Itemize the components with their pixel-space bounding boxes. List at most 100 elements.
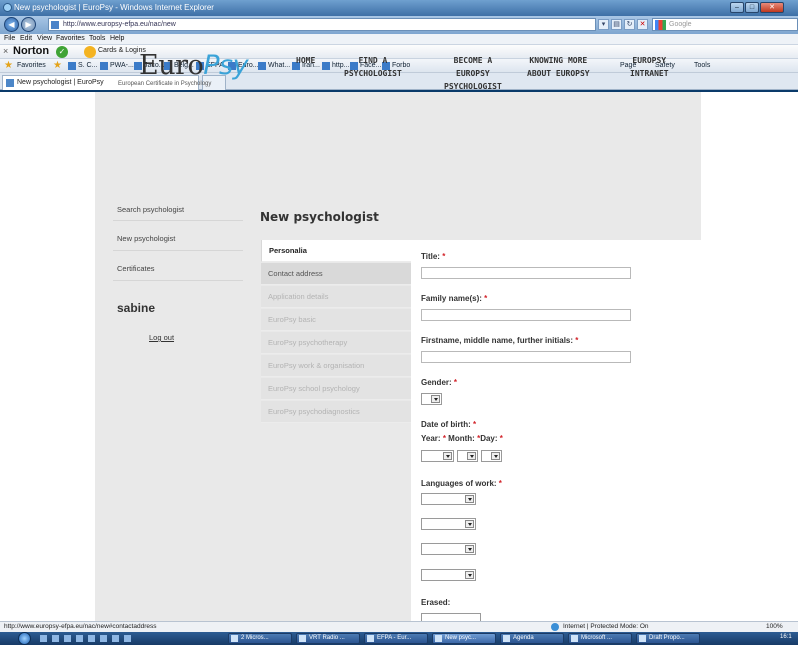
menu-help[interactable]: Help bbox=[110, 35, 124, 42]
required-mark: * bbox=[442, 252, 446, 261]
compat-icon[interactable]: ▤ bbox=[611, 19, 622, 30]
favicon bbox=[68, 62, 76, 70]
language-select-4[interactable] bbox=[421, 569, 476, 581]
chevron-down-icon bbox=[465, 571, 474, 579]
fav-item[interactable]: S. C... bbox=[78, 62, 97, 69]
languages-label: Languages of work: * bbox=[421, 479, 502, 488]
sidebar-item-search-psychologist[interactable]: Search psychologist bbox=[117, 205, 184, 214]
sidebar-item-certificates[interactable]: Certificates bbox=[117, 264, 155, 273]
nav-knowing-more[interactable]: KNOWING MORE ABOUT EUROPSY bbox=[527, 54, 590, 80]
ie-icon bbox=[3, 3, 12, 12]
quicklaunch-icon[interactable] bbox=[40, 635, 47, 642]
quicklaunch-icon[interactable] bbox=[52, 635, 59, 642]
start-button[interactable] bbox=[18, 632, 31, 645]
back-icon[interactable]: ◀ bbox=[4, 17, 19, 32]
forward-icon[interactable]: ▶ bbox=[21, 17, 36, 32]
taskbar-item[interactable]: Microsoft ... bbox=[568, 633, 632, 644]
url-input[interactable]: http://www.europsy-efpa.eu/nac/new bbox=[48, 18, 596, 31]
zoom-level[interactable]: 100% bbox=[766, 623, 783, 630]
cards-icon bbox=[84, 46, 96, 58]
taskbar-item-active[interactable]: New psyc... bbox=[432, 633, 496, 644]
day-select[interactable] bbox=[481, 450, 502, 462]
quicklaunch-icon[interactable] bbox=[76, 635, 83, 642]
tab-personalia[interactable]: Personalia bbox=[261, 240, 411, 262]
sidebar-item-new-psychologist[interactable]: New psychologist bbox=[117, 234, 175, 243]
title-input[interactable] bbox=[421, 267, 631, 279]
logout-link[interactable]: Log out bbox=[149, 333, 174, 342]
search-input[interactable]: Google bbox=[652, 18, 798, 31]
tab-label: New psychologist | EuroPsy bbox=[17, 79, 104, 86]
nav-label: PSYCHOLOGIST bbox=[444, 82, 502, 91]
minimize-button[interactable]: – bbox=[730, 2, 744, 13]
maximize-button[interactable]: □ bbox=[745, 2, 759, 13]
erased-label: Erased: bbox=[421, 598, 451, 607]
close-icon[interactable]: × bbox=[3, 46, 8, 56]
stop-icon[interactable]: ✕ bbox=[637, 19, 648, 30]
quicklaunch-icon[interactable] bbox=[64, 635, 71, 642]
quicklaunch-icon[interactable] bbox=[100, 635, 107, 642]
check-icon[interactable]: ✓ bbox=[56, 46, 68, 58]
nav-find-psychologist[interactable]: FIND A PSYCHOLOGIST bbox=[344, 54, 402, 80]
family-name-input[interactable] bbox=[421, 309, 631, 321]
required-mark: * bbox=[473, 420, 477, 429]
page-icon bbox=[51, 21, 59, 29]
gender-select[interactable] bbox=[421, 393, 442, 405]
taskbar-item[interactable]: VRT Radio ... bbox=[296, 633, 360, 644]
quicklaunch-icon[interactable] bbox=[112, 635, 119, 642]
logo-main: Euro bbox=[139, 50, 204, 81]
taskbar-item[interactable]: EFPA - Eur... bbox=[364, 633, 428, 644]
menu-edit[interactable]: Edit bbox=[20, 35, 32, 42]
required-mark: * bbox=[575, 336, 579, 345]
nav-home[interactable]: HOME bbox=[296, 54, 315, 67]
refresh-icon[interactable]: ↻ bbox=[624, 19, 635, 30]
tab-contact-address[interactable]: Contact address bbox=[261, 263, 411, 285]
add-favorite-icon[interactable]: ★ bbox=[53, 60, 64, 71]
logo-subtitle: European Certificate in Psychology bbox=[118, 81, 212, 87]
month-select[interactable] bbox=[457, 450, 478, 462]
globe-icon bbox=[551, 623, 559, 631]
tab-europsy-psychotherapy[interactable]: EuroPsy psychotherapy bbox=[261, 332, 411, 354]
norton-brand[interactable]: Norton bbox=[13, 45, 49, 57]
tab-europsy-basic[interactable]: EuroPsy basic bbox=[261, 309, 411, 331]
europsy-logo[interactable]: EuroPsy bbox=[139, 50, 249, 81]
nav-become-europsy[interactable]: BECOME A EUROPSY PSYCHOLOGIST bbox=[444, 54, 502, 93]
dob-parts-label: Year: * Month: *Day: * bbox=[421, 434, 503, 443]
required-mark: * bbox=[484, 294, 488, 303]
taskbar-item[interactable]: Agenda bbox=[500, 633, 564, 644]
dob-label: Date of birth: * bbox=[421, 420, 477, 429]
nav-europsy-intranet[interactable]: EUROPSY INTRANET bbox=[630, 54, 669, 80]
dropdown-icon[interactable]: ▾ bbox=[598, 19, 609, 30]
language-select-1[interactable] bbox=[421, 493, 476, 505]
tab-europsy-work-organisation[interactable]: EuroPsy work & organisation bbox=[261, 355, 411, 377]
menu-favorites[interactable]: Favorites bbox=[56, 35, 85, 42]
quicklaunch-icon[interactable] bbox=[88, 635, 95, 642]
tools-menu[interactable]: Tools bbox=[694, 62, 710, 69]
fav-item[interactable]: PWA-... bbox=[110, 62, 134, 69]
title-label: Title: * bbox=[421, 252, 446, 261]
chevron-down-icon bbox=[443, 452, 452, 460]
favorites-button[interactable]: Favorites bbox=[17, 62, 46, 69]
language-select-2[interactable] bbox=[421, 518, 476, 530]
nav-home-label: HOME bbox=[296, 56, 316, 65]
menu-view[interactable]: View bbox=[37, 35, 52, 42]
close-button[interactable]: ✕ bbox=[760, 2, 784, 13]
nav-label: KNOWING MORE bbox=[529, 56, 588, 65]
nav-label: EUROPSY bbox=[456, 69, 490, 78]
taskbar-item[interactable]: 2 Micros... bbox=[228, 633, 292, 644]
sidebar-divider bbox=[113, 250, 243, 251]
tab-application-details[interactable]: Application details bbox=[261, 286, 411, 308]
firstname-input[interactable] bbox=[421, 351, 631, 363]
tab-europsy-school-psychology[interactable]: EuroPsy school psychology bbox=[261, 378, 411, 400]
tab-favicon bbox=[6, 79, 14, 87]
taskbar-item[interactable]: Draft Propo... bbox=[636, 633, 700, 644]
menu-file[interactable]: File bbox=[4, 35, 15, 42]
year-select[interactable] bbox=[421, 450, 454, 462]
family-name-label: Family name(s): * bbox=[421, 294, 488, 303]
language-select-3[interactable] bbox=[421, 543, 476, 555]
erased-select[interactable] bbox=[421, 613, 481, 621]
quicklaunch-icon[interactable] bbox=[124, 635, 131, 642]
tab-europsy-psychodiagnostics[interactable]: EuroPsy psychodiagnostics bbox=[261, 401, 411, 423]
fav-item[interactable]: What... bbox=[268, 62, 290, 69]
username: sabine bbox=[117, 301, 156, 315]
menu-tools[interactable]: Tools bbox=[89, 35, 105, 42]
